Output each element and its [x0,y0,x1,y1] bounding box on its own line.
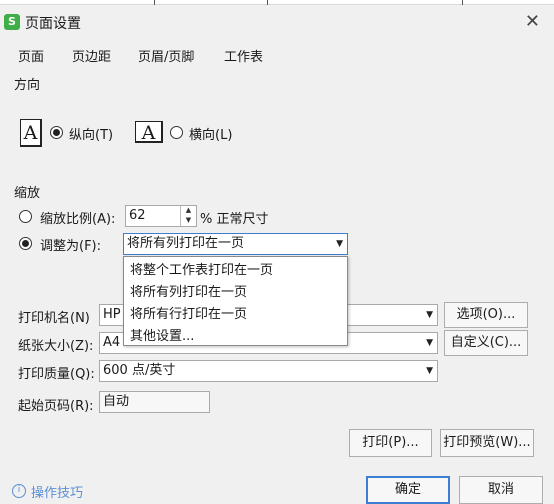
fit-to-select[interactable]: 将所有列打印在一页 ▼ [123,233,348,255]
landscape-page-icon: A [135,121,163,144]
paper-size-value: A4 [103,335,121,350]
orientation-label: 方向 [14,78,41,93]
scale-ratio-input[interactable]: 62 ▲ ▼ [125,205,197,227]
scale-stepper[interactable]: ▲ ▼ [180,206,196,226]
print-preview-button[interactable]: 打印预览(W)... [440,429,534,457]
print-quality-label: 打印质量(Q): [18,367,95,382]
app-icon: S [4,14,20,30]
first-page-value: 自动 [103,394,130,409]
landscape-radio[interactable] [170,126,183,139]
first-page-label: 起始页码(R): [18,399,94,414]
portrait-page-icon: A [20,119,42,147]
tab-page[interactable]: 页面 [18,46,44,65]
landscape-label[interactable]: 横向(L) [189,124,232,143]
tab-margins[interactable]: 页边距 [72,46,111,65]
tab-sheet[interactable]: 工作表 [224,46,263,65]
tab-header-footer[interactable]: 页眉/页脚 [138,46,194,65]
print-quality-select[interactable]: 600 点/英寸 ▼ [99,360,438,382]
scale-unit-label: % 正常尺寸 [200,212,269,227]
chevron-down-icon: ▼ [426,366,433,376]
title-bar: S 页面设置 ✕ [0,5,554,37]
fit-to-dropdown-list: 将整个工作表打印在一页 将所有列打印在一页 将所有行打印在一页 其他设置... [123,256,348,346]
paper-size-label: 纸张大小(Z): [18,339,94,354]
portrait-label[interactable]: 纵向(T) [69,124,113,143]
printer-label: 打印机名(N) [18,311,90,326]
chevron-down-icon: ▼ [426,338,433,348]
print-button[interactable]: 打印(P)... [349,429,432,457]
first-page-input[interactable]: 自动 [99,391,210,413]
dropdown-option-all-columns[interactable]: 将所有列打印在一页 [130,281,247,300]
page-setup-dialog: S 页面设置 ✕ 页面 页边距 页眉/页脚 工作表 方向 A 纵向(T) A 横… [0,0,554,504]
chevron-down-icon: ▼ [336,239,343,249]
info-icon[interactable]: i [12,484,26,498]
close-icon[interactable]: ✕ [525,11,540,32]
custom-size-button[interactable]: 自定义(C)... [444,330,528,356]
dropdown-option-all-rows[interactable]: 将所有行打印在一页 [130,303,247,322]
scale-ratio-radio[interactable] [19,210,32,223]
fit-to-value: 将所有列打印在一页 [127,236,245,251]
printer-value: HP [103,307,121,322]
chevron-down-icon: ▼ [426,310,433,320]
chevron-up-icon[interactable]: ▲ [181,206,196,215]
tips-link[interactable]: 操作技巧 [31,482,83,501]
print-quality-value: 600 点/英寸 [103,363,176,378]
chevron-down-icon[interactable]: ▼ [181,215,196,225]
portrait-radio[interactable] [50,126,63,139]
fit-to-radio[interactable] [19,237,32,250]
dropdown-option-whole-sheet[interactable]: 将整个工作表打印在一页 [130,259,273,278]
fit-to-label[interactable]: 调整为(F): [40,235,101,254]
scaling-label: 缩放 [14,186,41,201]
scale-ratio-value: 62 [129,208,146,223]
dialog-title: 页面设置 [25,16,81,32]
printer-options-button[interactable]: 选项(O)... [444,302,528,328]
dropdown-option-other[interactable]: 其他设置... [130,325,194,344]
scale-ratio-label[interactable]: 缩放比例(A): [40,208,115,227]
